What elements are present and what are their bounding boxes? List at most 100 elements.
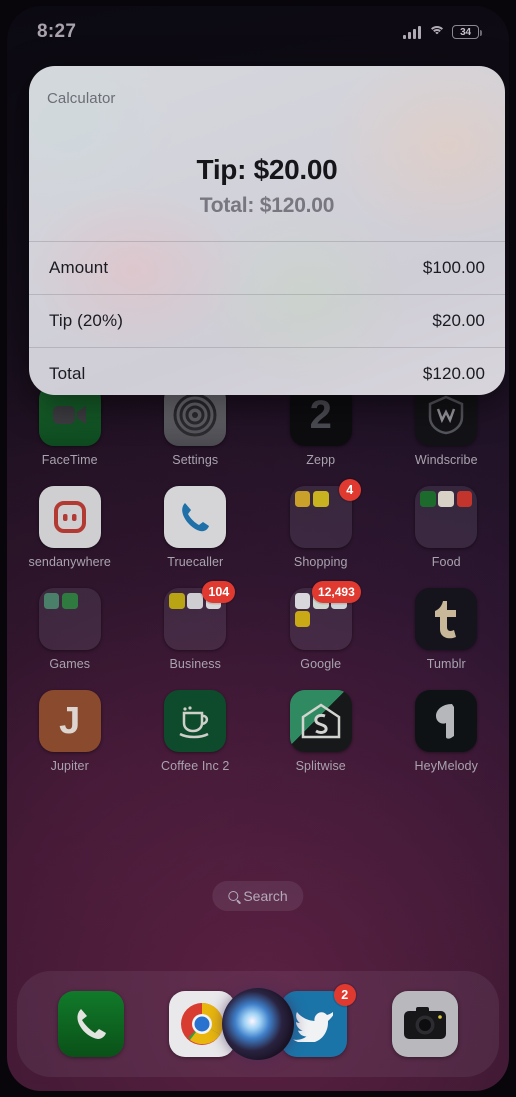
tumblr-icon xyxy=(415,588,478,650)
app-folder-business[interactable]: 104 Business xyxy=(133,581,259,671)
shield-glyph xyxy=(429,395,464,435)
app-label: Settings xyxy=(172,453,219,467)
folder-mini-icon xyxy=(169,593,185,609)
search-pill[interactable]: Search xyxy=(212,881,304,911)
app-label: HeyMelody xyxy=(414,759,478,773)
app-folder-games[interactable]: Games xyxy=(7,588,133,671)
status-bar-clock: 8:27 xyxy=(37,21,77,42)
row-value: $100.00 xyxy=(422,258,485,277)
app-icon-wrap: 12,493 xyxy=(289,581,361,650)
status-bar: 8:27 34 xyxy=(7,6,509,58)
app-label: Business xyxy=(169,657,222,671)
app-facetime[interactable]: FaceTime xyxy=(7,384,133,467)
app-label: Shopping xyxy=(293,555,348,569)
badge-count: 4 xyxy=(338,479,361,501)
app-settings[interactable]: Settings xyxy=(133,384,259,467)
folder-mini-icon xyxy=(456,491,473,507)
app-heymelody[interactable]: HeyMelody xyxy=(384,690,510,773)
app-sendanywhere[interactable]: sendanywhere xyxy=(7,486,133,569)
siri-orb-icon[interactable] xyxy=(222,988,294,1060)
jupiter-icon: J xyxy=(38,690,101,752)
folder-mini-icon xyxy=(294,593,311,609)
folder-mini-icon xyxy=(80,593,96,609)
badge-count: 104 xyxy=(202,581,236,603)
app-icon-wrap: 104 xyxy=(164,581,236,650)
app-row: sendanywhere Truecaller 4 Shopping Food xyxy=(7,479,510,569)
app-label: Windscribe xyxy=(414,453,478,467)
app-jupiter[interactable]: J Jupiter xyxy=(7,690,133,773)
app-coffee-inc-2[interactable]: Coffee Inc 2 xyxy=(133,690,259,773)
row-value: $20.00 xyxy=(432,311,485,330)
app-icon-wrap xyxy=(164,690,227,752)
gear-glyph xyxy=(173,393,217,437)
splitwise-house-glyph xyxy=(301,703,340,739)
coffee-inc-2-icon xyxy=(164,690,227,752)
folder-mini-icon xyxy=(43,593,60,609)
folder-mini-icon xyxy=(438,491,455,507)
app-tumblr[interactable]: Tumblr xyxy=(384,588,510,671)
phone-screen: 8:27 34 FaceTime Settings 2 Zepp Windscr… xyxy=(0,0,516,1097)
app-icon-wrap xyxy=(415,486,478,548)
twitter-bird-glyph xyxy=(292,1012,333,1042)
app-icon-wrap xyxy=(415,588,478,650)
calculator-panel: Calculator Tip: $20.00 Total: $120.00 Am… xyxy=(29,66,505,395)
app-label: Coffee Inc 2 xyxy=(161,759,230,773)
app-windscribe[interactable]: Windscribe xyxy=(384,384,510,467)
app-splitwise[interactable]: Splitwise xyxy=(258,690,384,773)
folder-mini-icon xyxy=(294,491,311,507)
app-icon-wrap xyxy=(289,690,352,752)
coffee-cup-glyph xyxy=(179,706,209,739)
battery-icon: 34 xyxy=(452,25,482,39)
row-label: Total xyxy=(49,364,86,383)
row-label: Amount xyxy=(49,258,109,277)
dock-app-camera[interactable] xyxy=(392,991,459,1057)
wallpaper: 8:27 34 FaceTime Settings 2 Zepp Windscr… xyxy=(7,6,509,1091)
dock: 2 xyxy=(17,971,499,1077)
earbud-glyph xyxy=(436,704,455,739)
status-bar-indicators: 34 xyxy=(403,25,482,39)
folder-mini-icon xyxy=(61,593,78,609)
folder-mini-icon xyxy=(294,611,311,627)
app-label: Games xyxy=(49,657,91,671)
table-row: Total $120.00 xyxy=(29,347,505,395)
app-label: Food xyxy=(431,555,461,569)
battery-level-text: 34 xyxy=(460,26,471,38)
games-folder xyxy=(38,588,101,650)
app-label: Truecaller xyxy=(167,555,224,569)
app-zepp[interactable]: 2 Zepp xyxy=(258,384,384,467)
phone-icon xyxy=(57,991,124,1057)
app-truecaller[interactable]: Truecaller xyxy=(133,486,259,569)
camera-glyph xyxy=(404,1007,447,1039)
app-folder-google[interactable]: 12,493 Google xyxy=(258,581,384,671)
app-label: Jupiter xyxy=(50,759,89,773)
jupiter-letter-glyph: J xyxy=(59,700,81,742)
badge-count: 2 xyxy=(333,984,356,1006)
folder-mini-icon xyxy=(420,491,436,507)
app-icon-wrap xyxy=(164,486,227,548)
search-icon xyxy=(228,891,239,901)
truecaller-icon xyxy=(164,486,227,548)
heymelody-icon xyxy=(415,690,478,752)
sendanywhere-icon xyxy=(38,486,101,548)
phone-handset-glyph xyxy=(182,503,210,532)
search-label: Search xyxy=(243,888,288,904)
row-label: Tip (20%) xyxy=(49,311,123,330)
app-folder-food[interactable]: Food xyxy=(384,486,510,569)
app-label: Zepp xyxy=(306,453,336,467)
table-row: Tip (20%) $20.00 xyxy=(29,294,505,347)
app-label: Splitwise xyxy=(295,759,346,773)
zepp-letter-glyph: 2 xyxy=(309,393,332,437)
video-camera-glyph xyxy=(52,406,86,424)
app-icon-wrap xyxy=(38,588,101,650)
dock-app-phone[interactable] xyxy=(57,991,124,1057)
app-folder-shopping[interactable]: 4 Shopping xyxy=(258,479,384,569)
food-folder xyxy=(415,486,478,548)
app-label: Google xyxy=(300,657,342,671)
badge-count: 12,493 xyxy=(312,581,361,603)
wifi-icon xyxy=(428,25,445,39)
signal-bars-icon xyxy=(403,25,421,39)
app-row: Games 104 Business 12,493 Google Tumblr xyxy=(7,581,510,671)
row-value: $120.00 xyxy=(422,364,485,383)
app-label: Tumblr xyxy=(426,657,466,671)
tumblr-t-glyph xyxy=(435,601,457,639)
